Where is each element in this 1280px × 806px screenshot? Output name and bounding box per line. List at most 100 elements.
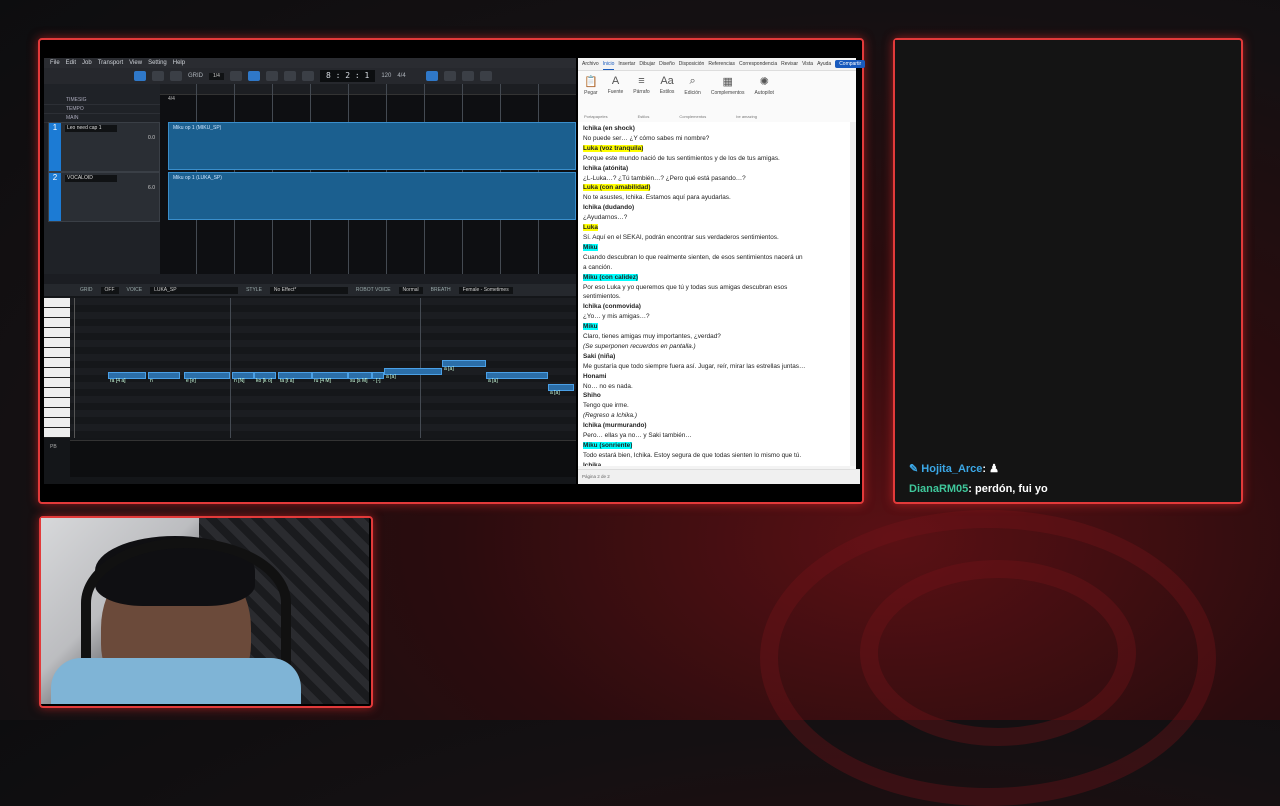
track-volume: 0.0 bbox=[148, 135, 155, 141]
menu-view[interactable]: View bbox=[129, 58, 142, 68]
tab-inicio[interactable]: Inicio bbox=[602, 58, 615, 70]
document-line: Miku bbox=[583, 322, 845, 332]
tab-disposicion[interactable]: Disposición bbox=[679, 58, 705, 70]
parameter-lane[interactable] bbox=[70, 440, 576, 477]
piano-keyboard[interactable] bbox=[44, 298, 70, 438]
note-lyric: e [e] bbox=[186, 378, 196, 384]
voice-select[interactable]: LUKA_SP bbox=[150, 286, 239, 294]
styles-button[interactable]: Aa Estilos bbox=[660, 75, 675, 118]
chat-text: perdón, fui yo bbox=[975, 483, 1048, 495]
tab-revisar[interactable]: Revisar bbox=[781, 58, 798, 70]
note-lyric: - [-] bbox=[373, 378, 381, 384]
font-button[interactable]: A Fuente bbox=[608, 75, 624, 118]
note-lyric: a [a] bbox=[550, 390, 560, 396]
note-lyric: n [N] bbox=[234, 378, 245, 384]
tab-correspondencia[interactable]: Correspondencia bbox=[739, 58, 777, 70]
headphones-icon bbox=[81, 538, 291, 668]
speaker-name: Saki (niña) bbox=[583, 352, 616, 360]
autopilot-button[interactable]: ✺ Autopilot bbox=[754, 75, 773, 118]
tab-dibujar[interactable]: Dibujar bbox=[639, 58, 655, 70]
speaker-name: Luka (con amabilidad) bbox=[583, 184, 651, 192]
menu-job[interactable]: Job bbox=[82, 58, 92, 68]
document-line: Claro, tienes amigas muy importantes, ¿v… bbox=[583, 332, 845, 342]
tab-ayuda[interactable]: Ayuda bbox=[817, 58, 831, 70]
share-button[interactable]: Compartir bbox=[835, 60, 866, 68]
document-scrollbar[interactable] bbox=[850, 122, 856, 466]
track-header-2[interactable]: 2 VOCALOID 6.0 bbox=[48, 172, 160, 222]
dialogue-text: (Regreso a Ichika.) bbox=[583, 412, 637, 420]
document-line: Shiho bbox=[583, 391, 845, 401]
tempo-row: TEMPO bbox=[44, 105, 160, 114]
paste-button[interactable]: 📋 Pegar bbox=[584, 75, 598, 118]
note-lyric: ko [k o] bbox=[256, 378, 273, 384]
note-lyric: a [a] bbox=[386, 374, 396, 380]
tab-archivo[interactable]: Archivo bbox=[582, 58, 599, 70]
list-icon[interactable] bbox=[461, 71, 474, 81]
pencil-tool-icon[interactable] bbox=[152, 71, 164, 81]
breath-select[interactable]: Female - Sometimes bbox=[458, 286, 513, 294]
track-number: 1 bbox=[49, 123, 61, 171]
robot-voice-label: ROBOT VOICE bbox=[355, 287, 391, 293]
paragraph-button[interactable]: ≡ Párrafo bbox=[633, 75, 649, 118]
tab-referencias[interactable]: Referencias bbox=[708, 58, 735, 70]
note-lyric: su [s M] bbox=[350, 378, 368, 384]
editing-button[interactable]: ⌕ Edición bbox=[684, 75, 700, 118]
track-name[interactable]: Leo need cap 1 bbox=[65, 125, 117, 132]
menu-file[interactable]: File bbox=[50, 58, 60, 68]
tab-insertar[interactable]: Insertar bbox=[618, 58, 635, 70]
editor-grid-select[interactable]: OFF bbox=[100, 286, 119, 294]
document-line: Sí. Aquí en el SEKAI, podrán encontrar s… bbox=[583, 233, 845, 243]
document-line: Ichika (atónita) bbox=[583, 164, 845, 174]
editing-label: Edición bbox=[684, 90, 701, 96]
track-name[interactable]: VOCALOID bbox=[65, 175, 117, 182]
document-line: (Regreso a Ichika.) bbox=[583, 411, 845, 421]
timeline-ruler[interactable] bbox=[160, 84, 576, 95]
auto-scroll-icon[interactable] bbox=[247, 71, 260, 81]
document-line: ¿L-Luka…? ¿Tú también…? ¿Pero qué está p… bbox=[583, 174, 845, 184]
menu-setting[interactable]: Setting bbox=[148, 58, 167, 68]
info-icon[interactable] bbox=[479, 71, 492, 81]
menu-transport[interactable]: Transport bbox=[98, 58, 123, 68]
bar-line bbox=[74, 298, 75, 438]
menu-help[interactable]: Help bbox=[173, 58, 185, 68]
inspector-icon[interactable] bbox=[443, 71, 456, 81]
addins-button[interactable]: ▦ Complementos bbox=[711, 75, 745, 118]
record-icon[interactable] bbox=[301, 71, 314, 81]
vocal-part-2[interactable]: Miku op 1 (LUKA_SP) bbox=[168, 172, 576, 220]
track-header-1[interactable]: 1 Leo need cap 1 0.0 bbox=[48, 122, 160, 172]
style-select[interactable]: No Effect* bbox=[269, 286, 348, 294]
dialogue-text: ¿L-Luka…? ¿Tú también…? ¿Pero qué está p… bbox=[583, 174, 746, 182]
speaker-name: Ichika (dudando) bbox=[583, 204, 635, 212]
vocal-part-1[interactable]: Miku op 1 (MIKU_SP) bbox=[168, 122, 576, 170]
loop-icon[interactable] bbox=[229, 71, 242, 81]
arrangement-timeline[interactable]: 4/4 Miku op 1 (MIKU_SP) Miku op 1 (LUKA_… bbox=[160, 84, 576, 274]
document-line: Miku (con calidez) bbox=[583, 273, 845, 283]
pointer-tool-icon[interactable] bbox=[134, 71, 146, 81]
mixer-icon[interactable] bbox=[425, 71, 438, 81]
paragraph-label: Párrafo bbox=[633, 89, 650, 95]
group-addins: Complementos bbox=[679, 114, 707, 119]
stop-icon[interactable] bbox=[265, 71, 278, 81]
document-line: No puede ser… ¿Y cómo sabes mi nombre? bbox=[583, 134, 845, 144]
document-line: Saki (niña) bbox=[583, 352, 845, 362]
robot-voice-select[interactable]: Normal bbox=[398, 286, 423, 294]
document-line: Todo estará bien, Ichika. Estoy segura d… bbox=[583, 451, 845, 461]
tab-vista[interactable]: Vista bbox=[802, 58, 813, 70]
pitch-bend-label[interactable]: PB bbox=[50, 444, 57, 450]
dialogue-text: No te asustes, Ichika. Estamos aquí para… bbox=[583, 194, 731, 202]
menu-edit[interactable]: Edit bbox=[66, 58, 76, 68]
dialogue-text: Porque este mundo nació de tus sentimien… bbox=[583, 154, 780, 162]
document-line: Miku bbox=[583, 243, 845, 253]
document-line: Ichika (dudando) bbox=[583, 203, 845, 213]
pin-icon: ✎ bbox=[909, 463, 919, 475]
play-icon[interactable] bbox=[283, 71, 296, 81]
ribbon-tabs: Archivo Inicio Insertar Dibujar Diseño D… bbox=[578, 58, 866, 71]
grid-select[interactable]: 1/4 bbox=[209, 72, 224, 80]
document-line: Por eso Luka y yo queremos que tú y toda… bbox=[583, 283, 845, 293]
chat-username[interactable]: DianaRM05 bbox=[909, 483, 968, 495]
chat-username[interactable]: Hojita_Arce bbox=[921, 463, 982, 475]
tab-diseno[interactable]: Diseño bbox=[659, 58, 675, 70]
scissors-tool-icon[interactable] bbox=[170, 71, 182, 81]
document-page[interactable]: Ichika (en shock) No puede ser… ¿Y cómo s… bbox=[578, 122, 850, 466]
note-grid[interactable]: ra [4 a] n e [e] n [N] ko [k o] ta [t a]… bbox=[70, 298, 576, 438]
